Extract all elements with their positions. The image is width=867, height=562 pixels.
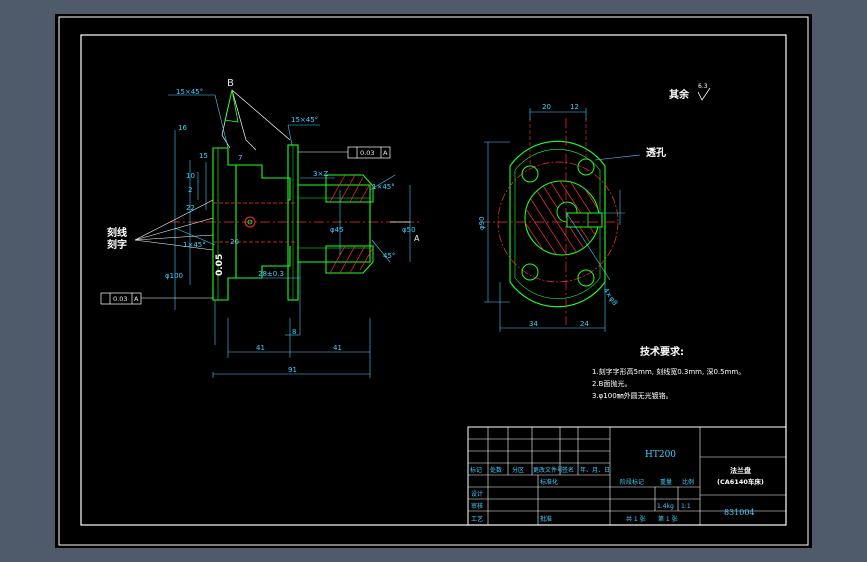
letter-b: B <box>227 78 234 89</box>
sheets-total: 共 1 张 <box>626 515 646 523</box>
dim-phi100: φ100 <box>165 272 183 280</box>
weight: 1.4kg <box>657 503 674 510</box>
label-engrave-line: 刻线 <box>107 226 127 239</box>
weight-label: 重量 <box>660 478 672 486</box>
header-signature: 签名 <box>562 466 574 474</box>
dim-91: 91 <box>288 366 297 374</box>
tolerance-right-value: 0.03 <box>360 149 374 157</box>
part-name-line1: 法兰盘 <box>730 466 751 475</box>
front-dim-12: 12 <box>570 103 579 111</box>
dim-8: 8 <box>292 328 296 336</box>
keyway-slot <box>566 212 603 228</box>
through-hole-label: 透孔 <box>646 146 666 159</box>
sheet-no: 第 1 张 <box>658 515 678 523</box>
header-mark: 标记 <box>470 466 482 474</box>
part-name-line2: (CA6140车床) <box>717 477 764 486</box>
dim-10: 10 <box>186 172 195 180</box>
header-change-doc: 更改文件号 <box>533 466 563 474</box>
dim-16: 16 <box>178 124 187 132</box>
roughness-value: 6.3 <box>698 83 708 90</box>
front-dim-phi90: φ90 <box>478 216 486 230</box>
scale: 1:1 <box>681 503 691 510</box>
row-review: 审核 <box>471 502 483 510</box>
dim-20: 20 <box>230 238 239 246</box>
cad-drawing: 0.03 A 0.03 A A 15×45° 15×45° B 16 15 10… <box>55 14 812 548</box>
tolerance-left-value: 0.03 <box>113 295 127 303</box>
stage-mark: 阶段标记 <box>620 478 644 486</box>
header-zone: 分区 <box>512 466 524 474</box>
tech-item-3: 3.φ100㎜外圆无光镀铬。 <box>592 391 673 400</box>
drawing-number: 831004 <box>724 508 755 517</box>
dim-phi45: φ45 <box>330 226 344 234</box>
tech-item-2: 2.B面抛光。 <box>592 379 631 388</box>
drawing-canvas <box>55 14 812 548</box>
header-date: 年、月、日 <box>580 466 610 474</box>
dim-41-left: 41 <box>256 344 265 352</box>
tech-title: 技术要求: <box>640 345 684 358</box>
scale-label: 比例 <box>682 478 694 486</box>
dim-7: 7 <box>238 154 242 162</box>
front-dim-34: 34 <box>529 320 538 328</box>
dim-phi50: φ50 <box>402 226 416 234</box>
dim-15: 15 <box>199 152 208 160</box>
dim-2: 2 <box>188 186 192 194</box>
datum-a-letter: A <box>414 234 420 243</box>
row-process: 工艺 <box>471 515 483 523</box>
standardization: 标准化 <box>540 478 558 486</box>
chamfer-mid-label: 15×45° <box>291 116 318 124</box>
material: HT200 <box>645 450 676 460</box>
tech-item-1: 1.刻字字形高5mm, 刻线宽0.3mm, 深0.5mm。 <box>592 367 745 376</box>
chamfer-1x45-label: 1×45° <box>183 241 206 249</box>
front-dim-24: 24 <box>580 320 589 328</box>
engraved-number: 0.05 <box>215 254 225 276</box>
chamfer-top-label: 15×45° <box>176 88 203 96</box>
row-design: 设计 <box>471 490 483 498</box>
chamfer-right-label: 1×45° <box>372 183 395 191</box>
angle-45: 45° <box>383 252 395 260</box>
dim-28: 28±0.3 <box>258 270 284 278</box>
approve: 批准 <box>540 515 552 523</box>
dim-41-right: 41 <box>333 344 342 352</box>
front-dim-20: 20 <box>542 103 551 111</box>
tolerance-left-ref: A <box>134 295 139 303</box>
roughness-note: 其余 <box>669 88 690 101</box>
header-count: 处数 <box>490 466 502 474</box>
dim-22: 22 <box>186 204 195 212</box>
label-engrave-char: 刻字 <box>107 238 127 251</box>
dim-3xz: 3×Z <box>313 170 328 178</box>
tolerance-right-ref: A <box>383 149 388 157</box>
